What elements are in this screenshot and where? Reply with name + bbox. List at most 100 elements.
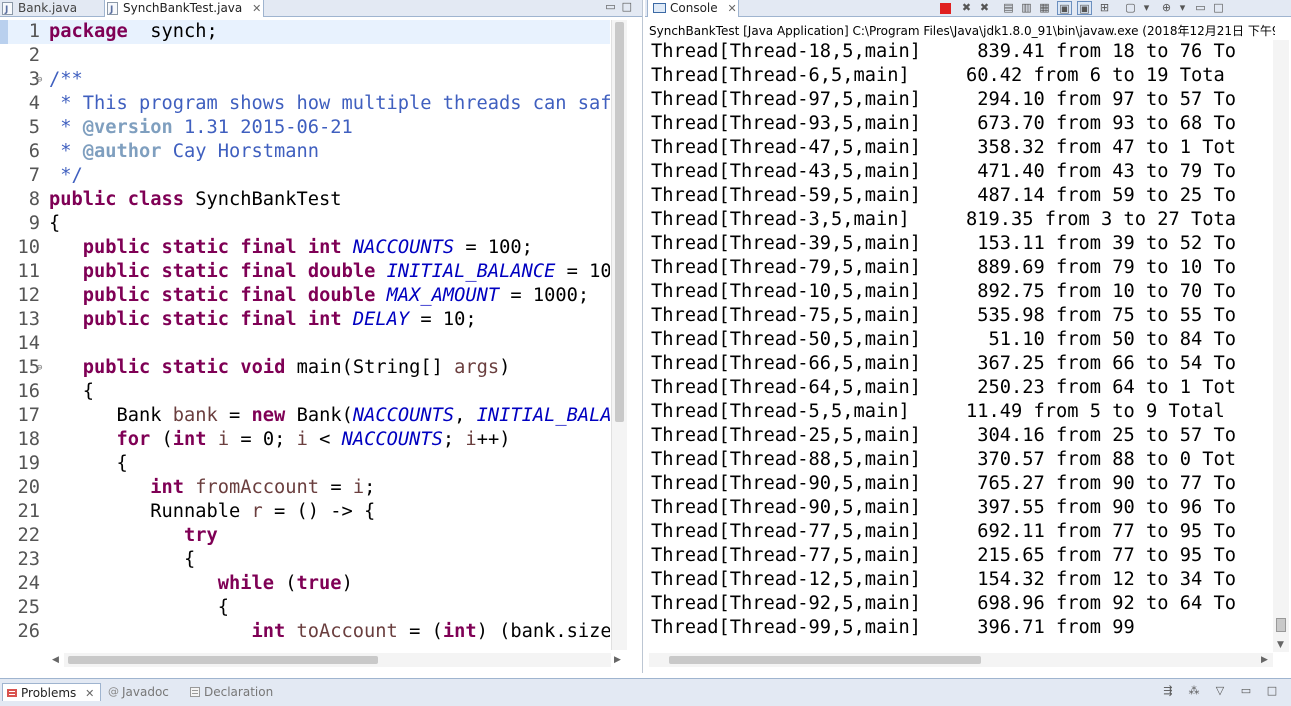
- editor-horizontal-scrollbar[interactable]: [64, 653, 611, 667]
- scroll-thumb[interactable]: [615, 22, 624, 422]
- scroll-down-icon[interactable]: ▼: [1277, 640, 1284, 650]
- show-on-stdout-icon[interactable]: ▣: [1057, 1, 1072, 15]
- line-number: 23: [17, 549, 40, 570]
- console-output[interactable]: Thread[Thread-18,5,main] 839.41 from 18 …: [651, 40, 1271, 650]
- open-console-icon[interactable]: ⊕: [1159, 1, 1174, 15]
- line-number: 10: [17, 237, 40, 258]
- clear-console-icon[interactable]: ▤: [1001, 1, 1016, 15]
- close-icon[interactable]: ✕: [85, 687, 94, 700]
- console-line: Thread[Thread-90,5,main] 765.27 from 90 …: [651, 473, 1237, 494]
- dropdown-icon[interactable]: ▾: [1139, 1, 1154, 15]
- scroll-lock-icon[interactable]: ▥: [1019, 1, 1034, 15]
- dropdown-icon[interactable]: ▾: [1175, 1, 1190, 15]
- console-horizontal-scrollbar[interactable]: [649, 653, 1273, 667]
- remove-all-icon[interactable]: ✖: [977, 1, 992, 15]
- line-number: 5: [28, 117, 40, 138]
- console-line: Thread[Thread-64,5,main] 250.23 from 64 …: [651, 377, 1237, 398]
- console-line: Thread[Thread-92,5,main] 698.96 from 92 …: [651, 593, 1237, 614]
- console-line: Thread[Thread-3,5,main] 819.35 from 3 to…: [651, 209, 1237, 230]
- current-line-marker: [0, 20, 8, 44]
- filter-icon[interactable]: ⁂: [1181, 684, 1207, 697]
- focus-icon[interactable]: ⇶: [1155, 684, 1181, 697]
- tab-declaration[interactable]: Declaration: [186, 683, 273, 701]
- fold-toggle-icon[interactable]: ⊖: [37, 68, 42, 92]
- console-line: Thread[Thread-75,5,main] 535.98 from 75 …: [651, 305, 1237, 326]
- code-text: public class SynchBankTest: [49, 189, 342, 210]
- console-tab-label: Console: [670, 1, 718, 15]
- terminate-icon[interactable]: [940, 3, 951, 14]
- console-line: Thread[Thread-99,5,main] 396.71 from 99: [651, 617, 1135, 638]
- display-console-icon[interactable]: ▢: [1123, 1, 1138, 15]
- line-number: 22: [17, 525, 40, 546]
- line-number: 16: [17, 381, 40, 402]
- code-text: int fromAccount = i;: [150, 477, 376, 498]
- maximize-icon[interactable]: □: [1259, 684, 1285, 697]
- scroll-right-icon[interactable]: ▶: [1261, 655, 1268, 665]
- editor-pane: Bank.java SynchBankTest.java ✕ ▭□ 1packa…: [0, 0, 643, 673]
- code-text: public static void main(String[] args): [82, 357, 511, 378]
- console-line: Thread[Thread-90,5,main] 397.55 from 90 …: [651, 497, 1237, 518]
- code-line[interactable]: 1 package synch;: [0, 20, 610, 44]
- code-area[interactable]: 1 package synch; 2 3 ⊖/** 4 * This program sh…: [0, 20, 610, 650]
- word-wrap-icon[interactable]: ▦: [1037, 1, 1052, 15]
- console-line: Thread[Thread-79,5,main] 889.69 from 79 …: [651, 257, 1237, 278]
- code-text: public static final double INITIAL_BALAN…: [82, 261, 610, 282]
- console-line: Thread[Thread-77,5,main] 692.11 from 77 …: [651, 521, 1237, 542]
- bottom-panel-tabs: Problems ✕ @ Javadoc Declaration ⇶ ⁂ ▽ ▭ □: [0, 678, 1291, 706]
- scroll-thumb[interactable]: [68, 656, 378, 664]
- java-file-icon: [107, 2, 118, 18]
- close-icon[interactable]: ✕: [252, 2, 261, 15]
- code-text: {: [49, 597, 230, 618]
- tab-console[interactable]: Console ✕: [647, 0, 739, 17]
- code-text: {: [49, 381, 95, 402]
- code-text: for (int i = 0; i < NACCOUNTS; i++): [116, 429, 511, 450]
- line-number: 19: [17, 453, 40, 474]
- console-line: Thread[Thread-10,5,main] 892.75 from 10 …: [651, 281, 1237, 302]
- tab-bank-java[interactable]: Bank.java: [0, 0, 104, 18]
- scroll-right-icon[interactable]: ▶: [614, 655, 621, 665]
- close-icon[interactable]: ✕: [727, 2, 736, 15]
- tab-problems[interactable]: Problems ✕: [2, 683, 102, 701]
- console-line: Thread[Thread-6,5,main] 60.42 from 6 to …: [651, 65, 1225, 86]
- console-line: Thread[Thread-25,5,main] 304.16 from 25 …: [651, 425, 1237, 446]
- console-line: Thread[Thread-12,5,main] 154.32 from 12 …: [651, 569, 1237, 590]
- console-pane: Console ✕ ✖ ✖ ▤ ▥ ▦ ▣ ▣ ⊞ ▢ ▾ ⊕ ▾ ▭ □ Sy…: [645, 0, 1291, 673]
- pin-console-icon[interactable]: ⊞: [1097, 1, 1112, 15]
- minimize-icon[interactable]: ▭: [1233, 684, 1259, 697]
- remove-launch-icon[interactable]: ✖: [959, 1, 974, 15]
- console-line: Thread[Thread-93,5,main] 673.70 from 93 …: [651, 113, 1237, 134]
- scroll-thumb[interactable]: [669, 656, 981, 664]
- scroll-thumb[interactable]: [1276, 618, 1286, 632]
- show-on-stderr-icon[interactable]: ▣: [1077, 1, 1092, 15]
- maximize-icon[interactable]: □: [1211, 1, 1226, 15]
- minimize-icon[interactable]: ▭: [605, 0, 621, 13]
- view-menu-icon[interactable]: ▽: [1207, 684, 1233, 697]
- tab-javadoc[interactable]: @ Javadoc: [104, 683, 169, 701]
- console-vertical-scrollbar[interactable]: [1273, 40, 1289, 652]
- code-text: Runnable r = () -> {: [49, 501, 376, 522]
- console-line: Thread[Thread-50,5,main] 51.10 from 50 t…: [651, 329, 1237, 350]
- line-number: 9: [28, 213, 40, 234]
- line-number: 17: [17, 405, 40, 426]
- console-line: Thread[Thread-77,5,main] 215.65 from 77 …: [651, 545, 1237, 566]
- launch-info: SynchBankTest [Java Application] C:\Prog…: [649, 24, 1275, 38]
- line-number: 21: [17, 501, 40, 522]
- code-text: * @author Cay Horstmann: [49, 141, 320, 162]
- console-icon: [653, 3, 666, 13]
- console-line: Thread[Thread-43,5,main] 471.40 from 43 …: [651, 161, 1237, 182]
- maximize-icon[interactable]: □: [622, 0, 638, 13]
- console-line: Thread[Thread-39,5,main] 153.11 from 39 …: [651, 233, 1237, 254]
- tab-label: Problems: [21, 686, 77, 700]
- scroll-left-icon[interactable]: ◀: [52, 655, 59, 665]
- java-file-icon: [2, 2, 13, 18]
- line-number: 24: [17, 573, 40, 594]
- tab-label: SynchBankTest.java: [123, 1, 243, 15]
- console-line: Thread[Thread-5,5,main] 11.49 from 5 to …: [651, 401, 1225, 422]
- editor-vertical-scrollbar[interactable]: [611, 20, 627, 650]
- code-text: /**: [49, 69, 83, 90]
- fold-toggle-icon[interactable]: ⊖: [37, 356, 42, 380]
- minimize-icon[interactable]: ▭: [1193, 1, 1208, 15]
- javadoc-icon: @: [108, 685, 119, 698]
- tab-synchbanktest-java[interactable]: SynchBankTest.java ✕: [104, 0, 264, 18]
- line-number: 14: [17, 333, 40, 354]
